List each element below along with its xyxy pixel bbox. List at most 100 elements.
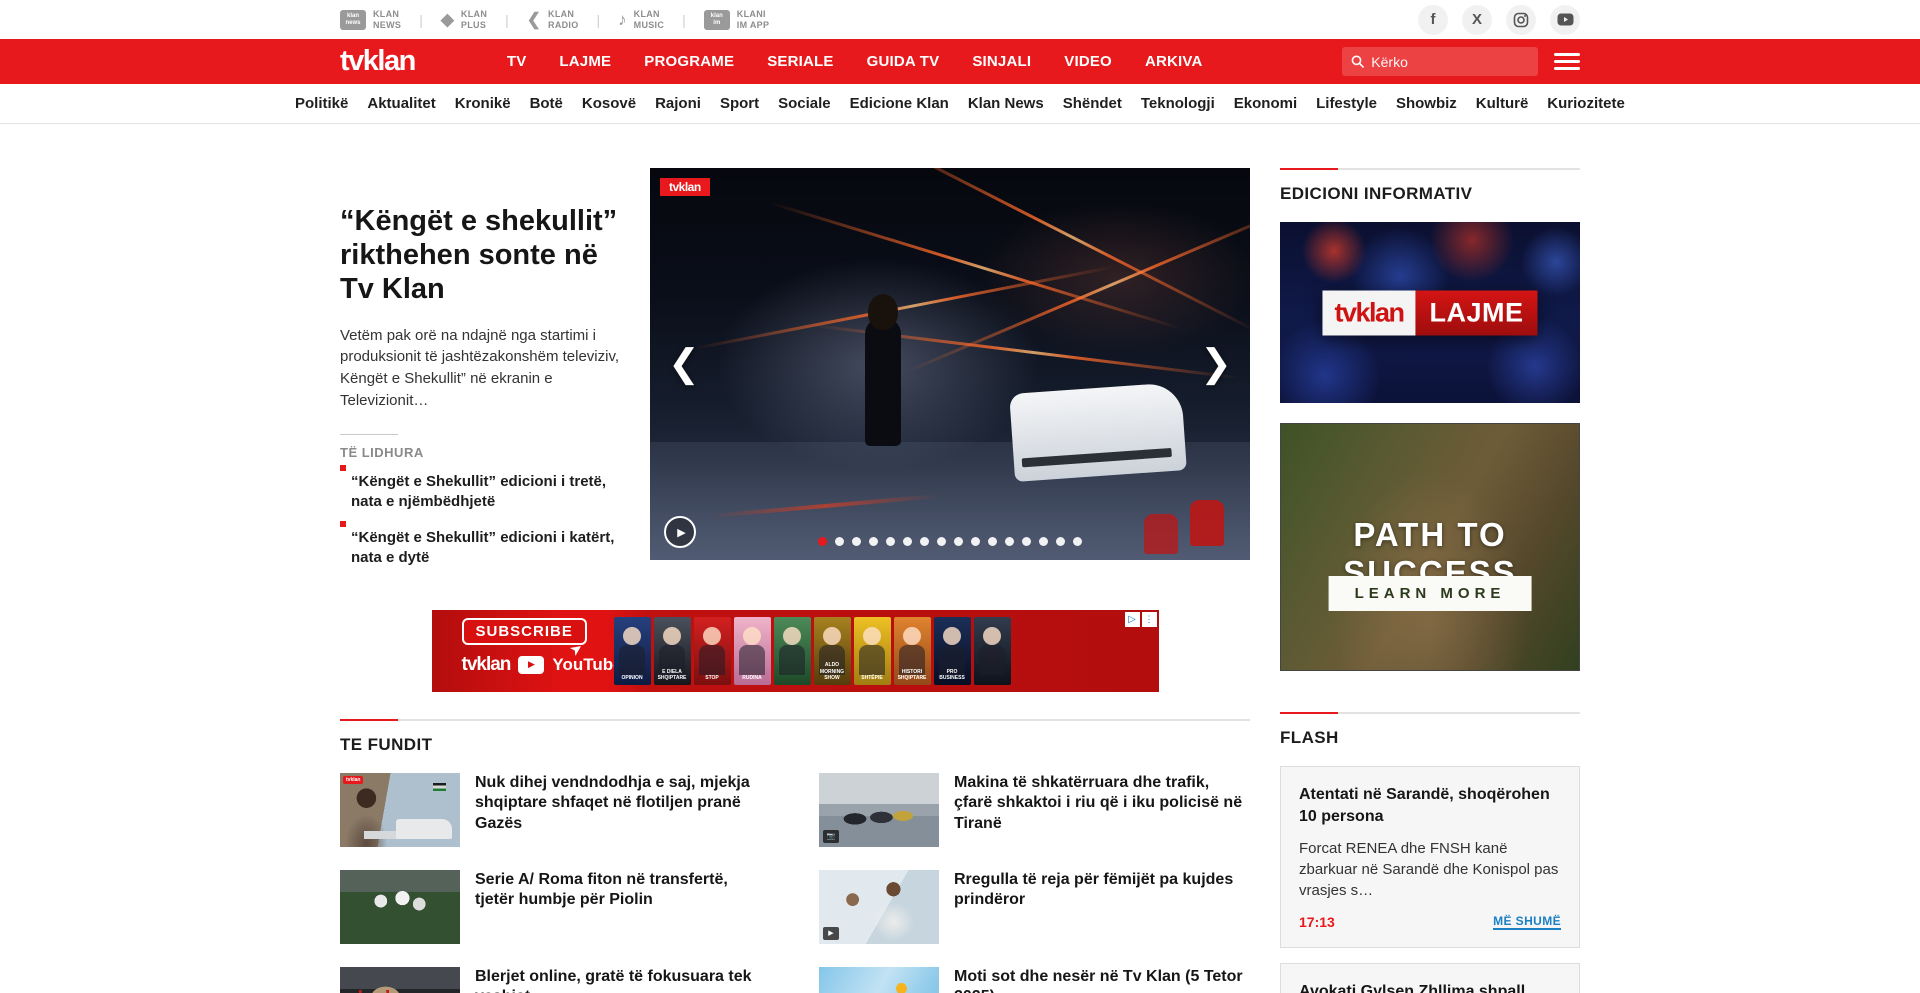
nav-sinjali[interactable]: SINJALI — [972, 53, 1031, 70]
hero-carousel[interactable]: tvklan ❮ ❯ ▶ — [650, 168, 1250, 560]
nav-programe[interactable]: PROGRAME — [644, 53, 734, 70]
subnav-sociale[interactable]: Sociale — [778, 95, 831, 112]
article-row[interactable]: 📷 Makina të shkatërruara dhe trafik, çfa… — [819, 773, 1250, 847]
article-row[interactable]: Blerjet online, gratë të fokusuara tek v… — [340, 967, 771, 993]
red-chair — [1144, 514, 1178, 554]
play-icon: ▶ — [823, 927, 839, 940]
nav-seriale[interactable]: SERIALE — [767, 53, 833, 70]
nav-guida-tv[interactable]: GUIDA TV — [867, 53, 940, 70]
subnav-shendet[interactable]: Shëndet — [1063, 95, 1122, 112]
carousel-dot[interactable] — [971, 537, 980, 546]
subnav-rajoni[interactable]: Rajoni — [655, 95, 701, 112]
article-row[interactable]: tvklan Nuk dihej vendndodhja e saj, mjek… — [340, 773, 771, 847]
article-title[interactable]: Makina të shkatërruara dhe trafik, çfarë… — [954, 773, 1250, 847]
article-title[interactable]: Serie A/ Roma fiton në transfertë, tjetë… — [475, 870, 771, 944]
carousel-dot[interactable] — [903, 537, 912, 546]
hero-title[interactable]: “Këngët e shekullit” rikthehen sonte në … — [340, 204, 630, 307]
subnav-kosove[interactable]: Kosovë — [582, 95, 636, 112]
nav-lajme[interactable]: LAJME — [559, 53, 611, 70]
carousel-prev-arrow[interactable]: ❮ — [668, 345, 700, 383]
instagram-icon[interactable] — [1506, 5, 1536, 35]
subscribe-button[interactable]: SUBSCRIBE — [462, 618, 587, 645]
subnav-lifestyle[interactable]: Lifestyle — [1316, 95, 1377, 112]
article-thumbnail: moti ▶ — [819, 967, 939, 993]
nav-arkiva[interactable]: ARKIVA — [1145, 53, 1203, 70]
carousel-dot[interactable] — [937, 537, 946, 546]
menu-icon[interactable] — [1554, 49, 1580, 74]
social-links: f X — [1418, 5, 1580, 35]
subnav-sport[interactable]: Sport — [720, 95, 759, 112]
article-row[interactable]: moti ▶ Moti sot dhe nesër në Tv Klan (5 … — [819, 967, 1250, 993]
carousel-dot[interactable] — [869, 537, 878, 546]
carousel-dot[interactable] — [886, 537, 895, 546]
subnav-aktualitet[interactable]: Aktualitet — [367, 95, 435, 112]
carousel-dot[interactable] — [1022, 537, 1031, 546]
brand-klan-music[interactable]: ♪ KLANMUSIC — [618, 9, 664, 31]
article-row[interactable]: ▶ Rregulla të reja për fëmijët pa kujdes… — [819, 870, 1250, 944]
youtube-icon[interactable] — [1550, 5, 1580, 35]
path-to-success-ad[interactable]: PATH TO SUCCESS LEARN MORE — [1280, 423, 1580, 671]
subnav-bote[interactable]: Botë — [530, 95, 563, 112]
subnav-kuriozitete[interactable]: Kuriozitete — [1547, 95, 1625, 112]
carousel-dot[interactable] — [1056, 537, 1065, 546]
carousel-dot[interactable] — [818, 537, 827, 546]
more-link[interactable]: MË SHUMË — [1493, 914, 1561, 930]
subnav-politike[interactable]: Politikë — [295, 95, 348, 112]
learn-more-button[interactable]: LEARN MORE — [1329, 576, 1532, 611]
related-link[interactable]: “Këngët e Shekullit” edicioni i tretë, n… — [340, 472, 630, 513]
carousel-dot[interactable] — [1005, 537, 1014, 546]
search-box[interactable] — [1342, 47, 1538, 76]
carousel-dot[interactable] — [920, 537, 929, 546]
stage-light — [907, 202, 1250, 373]
subnav-showbiz[interactable]: Showbiz — [1396, 95, 1457, 112]
flash-card[interactable]: Avokati Gylsen Zhllima shpall kandidatur… — [1280, 963, 1580, 993]
brand-klan-plus[interactable]: ◆ KLANPLUS — [441, 9, 487, 31]
section-title: FLASH — [1280, 728, 1580, 748]
nav-video[interactable]: VIDEO — [1064, 53, 1112, 70]
tvklan-logo[interactable]: tvklan — [340, 45, 415, 78]
network-brands: klannews KLANNEWS | ◆ KLANPLUS | ❮ KLANR… — [340, 9, 769, 31]
carousel-dot[interactable] — [1039, 537, 1048, 546]
carousel-dot[interactable] — [852, 537, 861, 546]
brand-klan-news[interactable]: klannews KLANNEWS — [340, 9, 401, 31]
article-title[interactable]: Rregulla të reja për fëmijët pa kujdes p… — [954, 870, 1250, 944]
subnav-edicione-klan[interactable]: Edicione Klan — [850, 95, 949, 112]
brand-klani-im-app[interactable]: klanim KLANIIM APP — [704, 9, 769, 31]
carousel-next-arrow[interactable]: ❯ — [1200, 345, 1232, 383]
divider: | — [682, 12, 686, 28]
carousel-dot[interactable] — [835, 537, 844, 546]
ad-menu-icon[interactable]: ⋮ — [1142, 612, 1157, 627]
subnav-ekonomi[interactable]: Ekonomi — [1234, 95, 1297, 112]
klan-lajme-banner[interactable]: tvklan LAJME — [1280, 222, 1580, 403]
x-icon[interactable]: X — [1462, 5, 1492, 35]
nav-tv[interactable]: TV — [507, 53, 527, 70]
brand-klan-radio[interactable]: ❮ KLANRADIO — [527, 9, 579, 31]
adchoices-icon[interactable]: ▷ — [1125, 612, 1140, 627]
carousel-dot[interactable] — [1073, 537, 1082, 546]
article-row[interactable]: Serie A/ Roma fiton në transfertë, tjetë… — [340, 870, 771, 944]
related-link[interactable]: “Këngët e Shekullit” edicioni i katërt, … — [340, 528, 630, 569]
youtube-play-icon: ▶ — [518, 656, 544, 674]
article-title[interactable]: Nuk dihej vendndodhja e saj, mjekja shqi… — [475, 773, 771, 847]
article-thumbnail: 📷 — [819, 773, 939, 847]
carousel-dot[interactable] — [954, 537, 963, 546]
white-piano — [1009, 382, 1187, 482]
flash-title[interactable]: Avokati Gylsen Zhllima shpall kandidatur… — [1299, 981, 1561, 993]
article-thumbnail: tvklan — [340, 773, 460, 847]
search-input[interactable] — [1371, 54, 1529, 70]
subnav-klan-news[interactable]: Klan News — [968, 95, 1044, 112]
article-title[interactable]: Moti sot dhe nesër në Tv Klan (5 Tetor 2… — [954, 967, 1250, 993]
carousel-dot[interactable] — [988, 537, 997, 546]
camera-icon: 📷 — [823, 830, 839, 843]
facebook-icon[interactable]: f — [1418, 5, 1448, 35]
article-title[interactable]: Blerjet online, gratë të fokusuara tek v… — [475, 967, 771, 993]
klan-plus-icon: ◆ — [441, 10, 454, 30]
show-tile: OPINION — [614, 617, 651, 685]
section-divider — [1280, 168, 1580, 170]
subnav-kronike[interactable]: Kronikë — [455, 95, 511, 112]
flash-card[interactable]: Atentati në Sarandë, shoqërohen 10 perso… — [1280, 766, 1580, 948]
flash-title[interactable]: Atentati në Sarandë, shoqërohen 10 perso… — [1299, 784, 1561, 827]
subnav-kulture[interactable]: Kulturë — [1476, 95, 1529, 112]
youtube-subscribe-ad[interactable]: SUBSCRIBE ➤ tvklan ▶ YouTube OPINION E D… — [432, 610, 1159, 692]
subnav-teknologji[interactable]: Teknologji — [1141, 95, 1215, 112]
